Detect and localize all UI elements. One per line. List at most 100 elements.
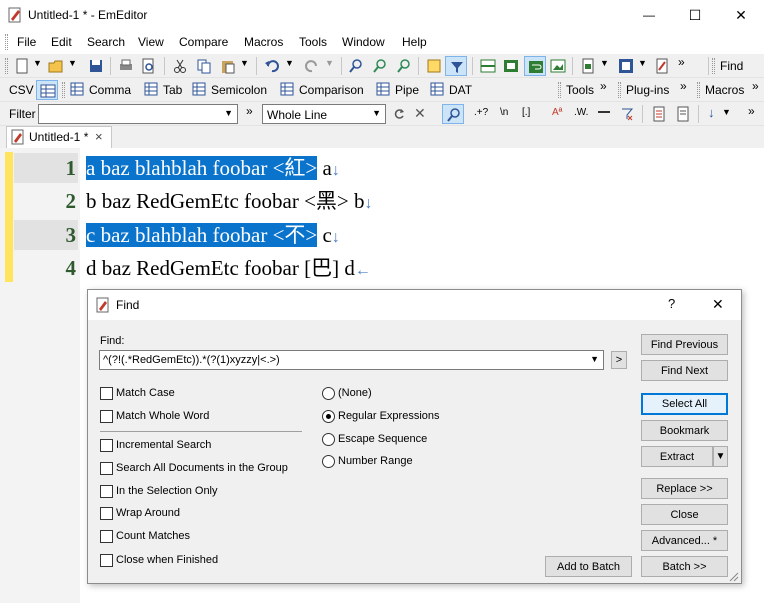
- arrow-down-icon[interactable]: ↓: [708, 105, 715, 120]
- undo-dropdown-icon[interactable]: ▼: [285, 58, 294, 68]
- menu-window[interactable]: Window: [342, 35, 385, 49]
- open-dropdown-icon[interactable]: ▼: [68, 58, 77, 68]
- plugins-overflow-chevron[interactable]: »: [680, 79, 687, 93]
- redo-icon[interactable]: [304, 58, 320, 74]
- toolbar-grip[interactable]: [5, 58, 8, 74]
- arrow-dropdown-icon[interactable]: ▼: [722, 107, 731, 117]
- macros-grip[interactable]: [697, 82, 700, 98]
- close-button[interactable]: Close: [641, 504, 728, 525]
- close-when-finished-checkbox[interactable]: [100, 554, 113, 567]
- filter-mode-select[interactable]: Whole Line ▼: [262, 104, 386, 124]
- tools-overflow-chevron[interactable]: »: [600, 79, 607, 93]
- save-icon[interactable]: [88, 58, 104, 74]
- menu-compare[interactable]: Compare: [179, 35, 228, 49]
- find-toolbar-label[interactable]: Find: [720, 59, 743, 73]
- word-wrap-button[interactable]: [524, 56, 546, 76]
- csv-mode-toggle[interactable]: [36, 80, 58, 100]
- refresh-icon[interactable]: [392, 106, 406, 122]
- cut-icon[interactable]: [172, 58, 188, 74]
- filter-document-icon[interactable]: [652, 106, 666, 122]
- in-selection-only-checkbox[interactable]: [100, 485, 113, 498]
- toolbar-overflow-chevron[interactable]: »: [678, 55, 685, 69]
- macros-overflow-chevron[interactable]: »: [752, 79, 759, 93]
- find-history-dropdown-icon[interactable]: ▼: [590, 354, 599, 364]
- extract-button[interactable]: Extract: [641, 446, 713, 467]
- filter-input[interactable]: ▼: [38, 104, 238, 124]
- new-dropdown-icon[interactable]: ▼: [33, 58, 42, 68]
- wrap-around-label[interactable]: Wrap Around: [116, 507, 180, 519]
- properties-dropdown-icon[interactable]: ▼: [600, 58, 609, 68]
- replace-button[interactable]: Replace >>: [641, 478, 728, 499]
- csv-pipe[interactable]: Pipe: [395, 83, 419, 97]
- macros-toolbar-label[interactable]: Macros: [705, 83, 744, 97]
- count-matches-checkbox[interactable]: [100, 530, 113, 543]
- match-case-toggle[interactable]: Aª: [552, 107, 562, 118]
- print-preview-icon[interactable]: [140, 58, 156, 74]
- highlight-icon[interactable]: [426, 58, 442, 74]
- paste-icon[interactable]: [220, 58, 236, 74]
- close-window-button[interactable]: ✕: [718, 0, 764, 30]
- filter-toggle-button[interactable]: [445, 56, 467, 76]
- radio-number-range-label[interactable]: Number Range: [338, 455, 413, 467]
- find-previous-icon[interactable]: [396, 58, 412, 74]
- image-icon[interactable]: [550, 58, 566, 74]
- match-case-label[interactable]: Match Case: [116, 387, 175, 399]
- csv-grip[interactable]: [62, 82, 65, 98]
- clear-filter-icon[interactable]: ✕: [414, 105, 426, 122]
- plugins-grip[interactable]: [618, 82, 621, 98]
- select-all-button[interactable]: Select All: [641, 393, 728, 415]
- search-all-documents-label[interactable]: Search All Documents in the Group: [116, 462, 288, 474]
- match-whole-word-label[interactable]: Match Whole Word: [116, 410, 209, 422]
- document-tab[interactable]: Untitled-1 * ×: [6, 126, 112, 148]
- radio-escape-sequence[interactable]: [322, 433, 335, 446]
- match-whole-word-checkbox[interactable]: [100, 410, 113, 423]
- bookmark-button[interactable]: Bookmark: [641, 420, 728, 441]
- filter-list-icon[interactable]: [676, 106, 690, 122]
- find-dialog-close-icon[interactable]: ✕: [712, 296, 724, 313]
- regex-helper-button[interactable]: >: [611, 351, 627, 369]
- csv-tab[interactable]: Tab: [163, 83, 182, 97]
- filter-dropdown-icon[interactable]: ▼: [224, 108, 233, 118]
- split-window-icon[interactable]: [480, 58, 496, 74]
- csv-label[interactable]: CSV: [9, 83, 34, 97]
- find-icon[interactable]: [348, 58, 364, 74]
- regex-toggle[interactable]: .+?: [474, 107, 488, 118]
- editor-line[interactable]: b baz RedGemEtc foobar <黑> b↓: [86, 186, 373, 216]
- filter-search-button[interactable]: [442, 104, 464, 124]
- search-all-documents-checkbox[interactable]: [100, 462, 113, 475]
- clear-format-icon[interactable]: [620, 106, 634, 122]
- find-dialog-titlebar[interactable]: Find ? ✕: [88, 290, 741, 320]
- whole-word-toggle[interactable]: .W.: [574, 107, 588, 118]
- editor-line[interactable]: a baz blahblah foobar <紅> a↓: [86, 153, 340, 183]
- newline-toggle[interactable]: \n: [500, 107, 508, 118]
- advanced-button[interactable]: Advanced... *: [641, 530, 728, 551]
- minimize-button[interactable]: —: [626, 0, 672, 30]
- new-file-icon[interactable]: [14, 58, 30, 74]
- customize-icon[interactable]: [654, 58, 670, 74]
- close-when-finished-label[interactable]: Close when Finished: [116, 554, 218, 566]
- tools-toolbar-label[interactable]: Tools: [566, 83, 594, 97]
- csv-comparison[interactable]: Comparison: [299, 83, 364, 97]
- document-properties-icon[interactable]: [580, 58, 596, 74]
- count-matches-label[interactable]: Count Matches: [116, 530, 190, 542]
- radio-none-label[interactable]: (None): [338, 387, 372, 399]
- csv-semicolon[interactable]: Semicolon: [211, 83, 267, 97]
- match-case-checkbox[interactable]: [100, 387, 113, 400]
- menu-file[interactable]: File: [17, 35, 36, 49]
- find-next-icon[interactable]: [372, 58, 388, 74]
- marker-icon[interactable]: [503, 58, 519, 74]
- wrap-around-checkbox[interactable]: [100, 507, 113, 520]
- find-previous-button[interactable]: Find Previous: [641, 334, 728, 355]
- plugins-toolbar-label[interactable]: Plug-ins: [626, 83, 669, 97]
- tools-grip[interactable]: [558, 82, 561, 98]
- add-to-batch-button[interactable]: Add to Batch: [545, 556, 632, 577]
- find-toolbar-grip[interactable]: [712, 58, 715, 74]
- configuration-dropdown-icon[interactable]: ▼: [638, 58, 647, 68]
- radio-number-range[interactable]: [322, 455, 335, 468]
- undo-icon[interactable]: [264, 58, 280, 74]
- menu-tools[interactable]: Tools: [299, 35, 327, 49]
- maximize-button[interactable]: ☐: [672, 0, 718, 30]
- radio-none[interactable]: [322, 387, 335, 400]
- tab-close-icon[interactable]: ×: [95, 129, 103, 144]
- configuration-icon[interactable]: [618, 58, 634, 74]
